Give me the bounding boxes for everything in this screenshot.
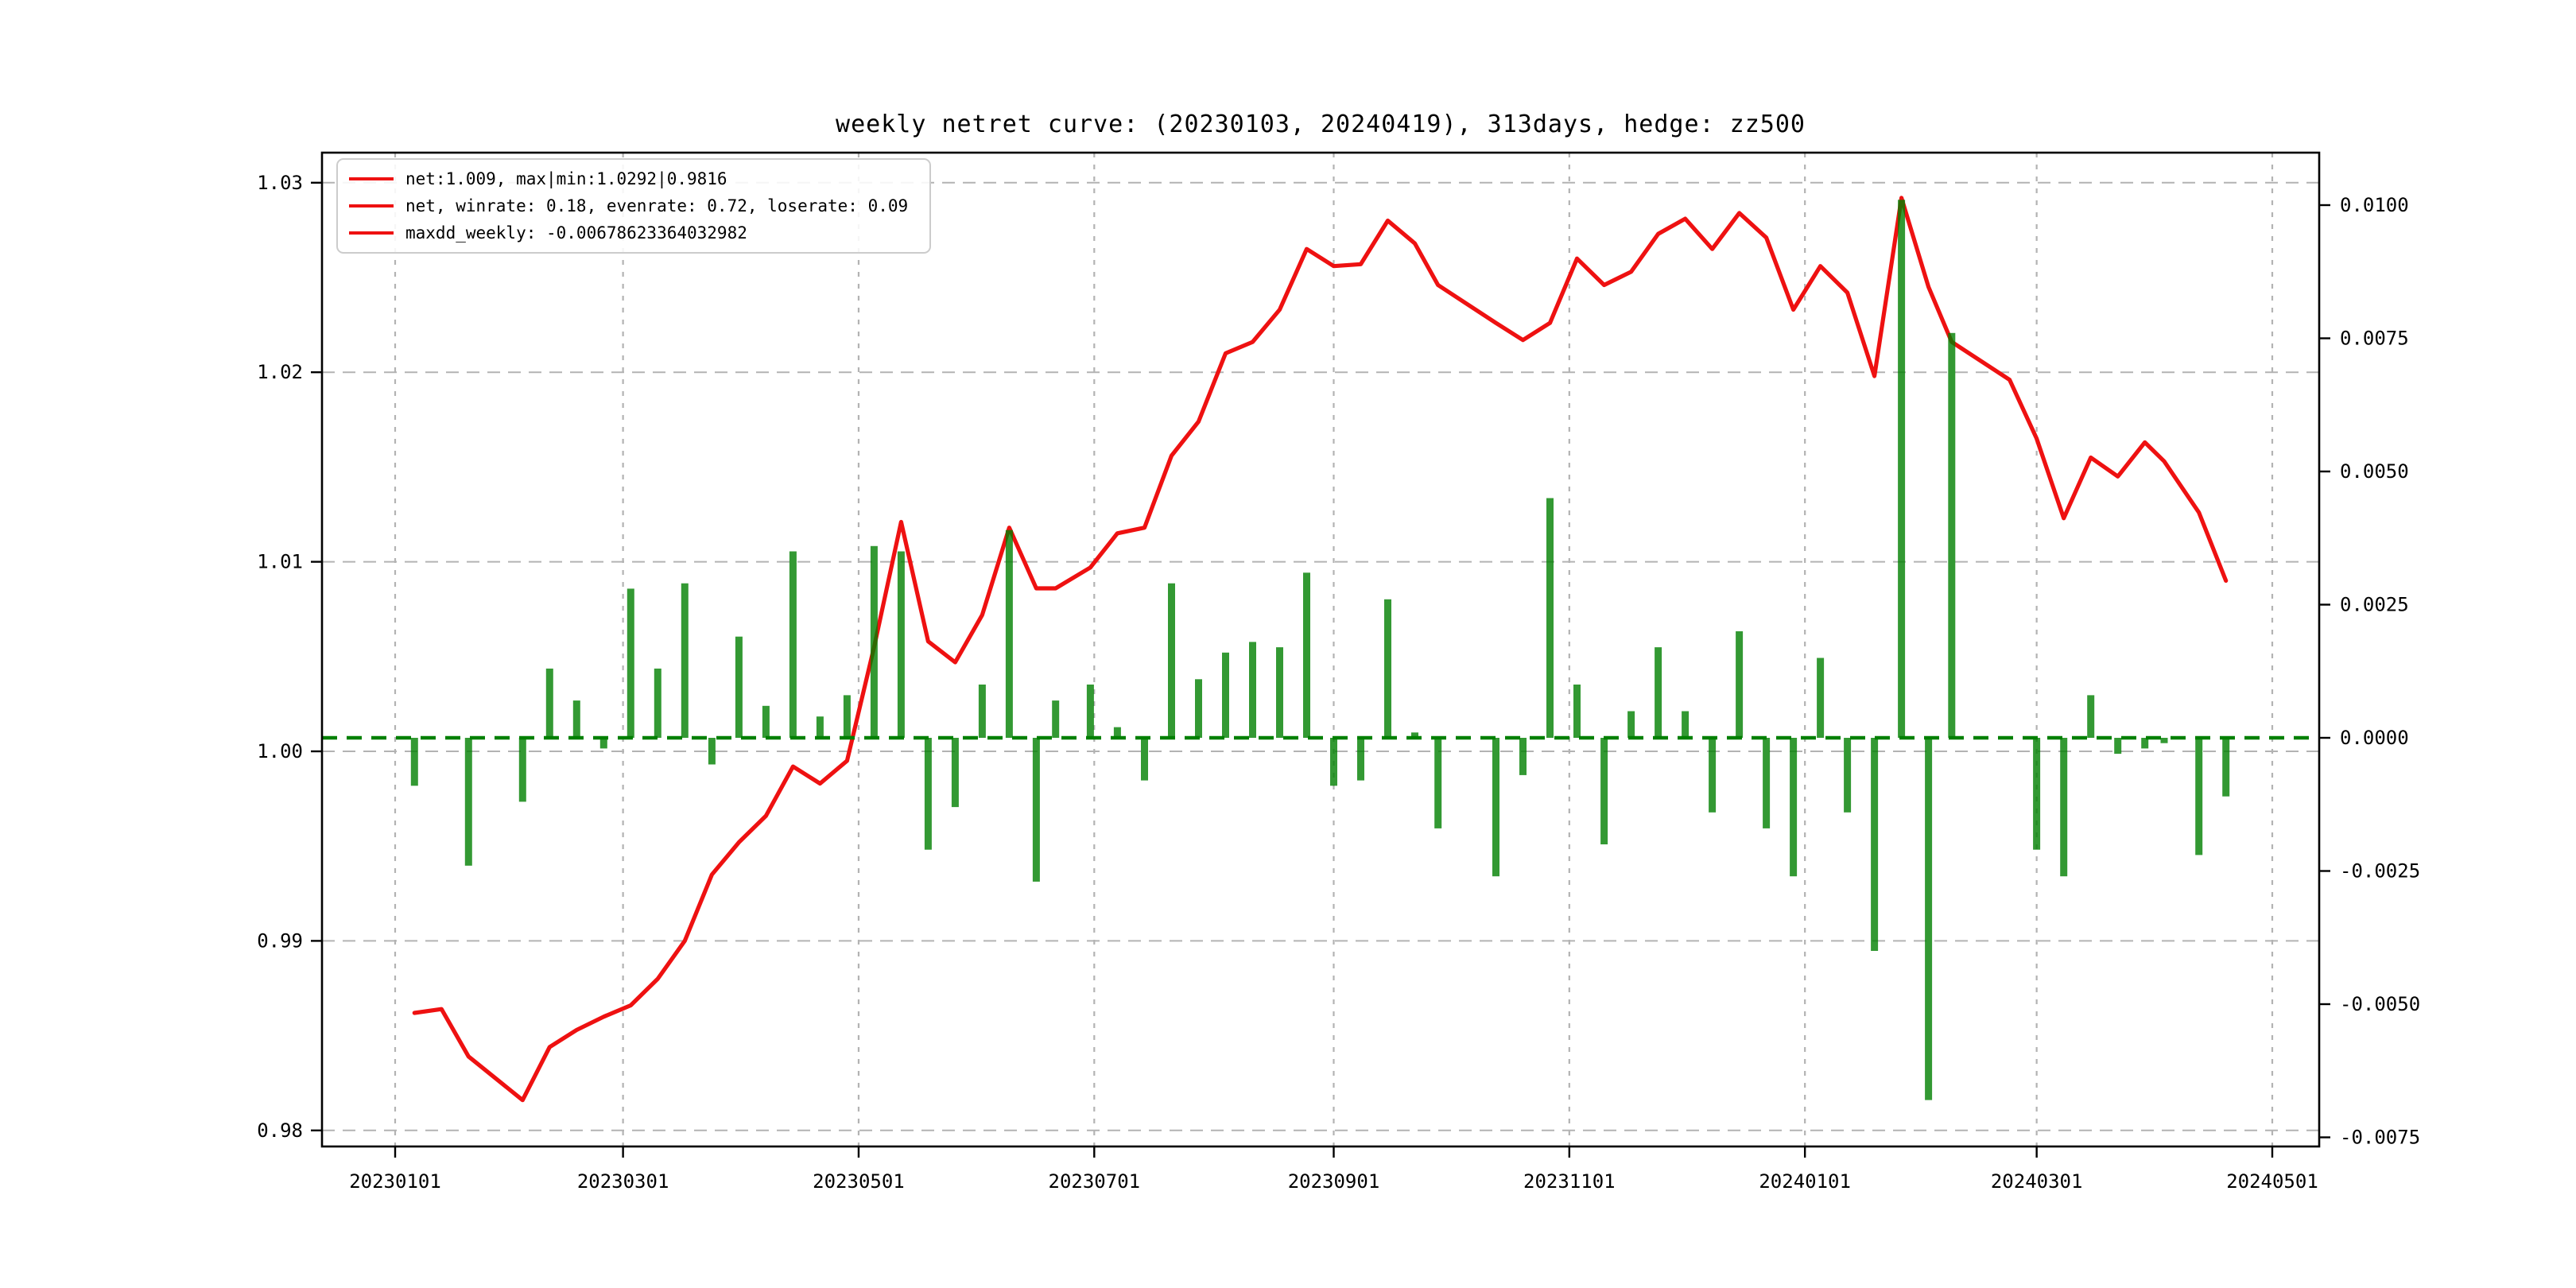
weekly-return-bar — [2195, 738, 2203, 855]
weekly-return-bar — [1600, 738, 1608, 844]
weekly-return-bar — [816, 716, 824, 738]
weekly-return-bar — [1384, 599, 1391, 738]
weekly-return-bar — [1086, 685, 1094, 738]
weekly-return-bar — [1925, 738, 1933, 1100]
weekly-return-bar — [518, 738, 526, 802]
weekly-return-bar — [1898, 200, 1906, 739]
y-right-tick-label: 0.0050 — [2340, 460, 2409, 483]
weekly-return-bar — [1948, 332, 1956, 738]
weekly-return-bar — [2033, 738, 2041, 850]
legend-label: net:1.009, max|min:1.0292|0.9816 — [405, 169, 727, 188]
gridlines — [322, 153, 2319, 1146]
weekly-return-bar — [627, 588, 634, 738]
legend-label: maxdd_weekly: -0.00678623364032982 — [405, 223, 747, 242]
chart-title: weekly netret curve: (20230103, 20240419… — [836, 111, 1806, 138]
red-line-swatch-icon — [349, 231, 394, 235]
plot-border — [320, 151, 2321, 1148]
weekly-return-bar — [1492, 738, 1499, 877]
weekly-return-bars — [410, 200, 2230, 1100]
weekly-return-bar — [1573, 685, 1581, 738]
weekly-return-bar — [1682, 711, 1690, 738]
weekly-return-bar — [1763, 738, 1771, 828]
y-right-tick-label: 0.0025 — [2340, 594, 2409, 616]
weekly-return-bar — [735, 636, 743, 738]
weekly-return-bar — [843, 695, 851, 738]
weekly-return-bar — [1790, 738, 1798, 877]
x-tick-label: 20230301 — [577, 1170, 669, 1193]
y-left-tick-label: 1.02 — [257, 361, 303, 383]
red-line-swatch-icon — [349, 204, 394, 208]
y-right-tick-label: -0.0075 — [2340, 1127, 2420, 1149]
weekly-return-bar — [789, 551, 797, 738]
weekly-return-bar — [1052, 700, 1060, 738]
weekly-return-bar — [2087, 695, 2095, 738]
weekly-return-bar — [1005, 530, 1013, 738]
weekly-return-bar — [654, 668, 661, 738]
weekly-return-bar — [1141, 738, 1148, 781]
weekly-return-bar — [1168, 583, 1175, 738]
weekly-return-bar — [410, 738, 418, 786]
weekly-return-bar — [1195, 679, 1202, 738]
legend-item-maxdd: maxdd_weekly: -0.00678623364032982 — [349, 223, 918, 243]
y-left-tick-label: 1.03 — [257, 172, 303, 194]
weekly-return-bar — [1032, 738, 1040, 882]
weekly-return-bar — [464, 738, 472, 866]
red-line-swatch-icon — [349, 177, 394, 180]
weekly-return-bar — [762, 705, 770, 738]
x-tick-label: 20230101 — [349, 1170, 441, 1193]
y-left-tick-label: 1.01 — [257, 551, 303, 573]
weekly-return-bar — [2114, 738, 2122, 755]
weekly-return-bar — [545, 668, 553, 738]
weekly-return-bar — [1817, 658, 1825, 738]
figure: 1.03 1.02 1.01 1.00 0.99 0.98 0.0100 0.0075 0.00… — [0, 0, 2576, 1288]
x-tick-label: 20240501 — [2226, 1170, 2318, 1193]
weekly-return-bar — [1222, 652, 1229, 738]
y-left-tick-label: 0.98 — [257, 1119, 303, 1142]
y-right-tick-label: -0.0050 — [2340, 993, 2420, 1015]
weekly-return-bar — [2222, 738, 2230, 797]
weekly-return-bar — [1709, 738, 1717, 813]
weekly-return-bar — [1871, 738, 1879, 951]
weekly-return-bar — [2160, 738, 2168, 743]
y-right-tick-label: 0.0100 — [2340, 194, 2409, 216]
weekly-return-bar — [978, 685, 986, 738]
weekly-return-bar — [1303, 572, 1310, 738]
weekly-return-bar — [924, 738, 932, 850]
legend-item-net: net:1.009, max|min:1.0292|0.9816 — [349, 169, 918, 189]
weekly-return-bar — [1276, 647, 1283, 738]
weekly-return-bar — [1330, 738, 1337, 786]
axis-tick-labels: 1.03 1.02 1.01 1.00 0.99 0.98 0.0100 0.0075 0.00… — [257, 172, 2420, 1193]
legend-label: net, winrate: 0.18, evenrate: 0.72, lose… — [405, 196, 909, 215]
weekly-return-bar — [897, 551, 905, 738]
weekly-return-bar — [1844, 738, 1852, 813]
y-left-tick-label: 0.99 — [257, 929, 303, 952]
weekly-return-bar — [1249, 642, 1256, 738]
x-tick-label: 20230501 — [813, 1170, 905, 1193]
x-tick-label: 20240301 — [1991, 1170, 2083, 1193]
weekly-return-bar — [708, 738, 716, 765]
y-left-tick-label: 1.00 — [257, 740, 303, 762]
weekly-return-bar — [1736, 631, 1744, 738]
weekly-return-bar — [1627, 711, 1635, 738]
weekly-return-bar — [1546, 498, 1554, 738]
x-tick-label: 20240101 — [1759, 1170, 1851, 1193]
x-tick-label: 20230901 — [1288, 1170, 1380, 1193]
weekly-return-bar — [1357, 738, 1364, 781]
y-right-tick-label: 0.0000 — [2340, 727, 2409, 749]
weekly-return-bar — [681, 583, 689, 738]
weekly-return-bar — [1519, 738, 1527, 775]
x-tick-label: 20231101 — [1523, 1170, 1616, 1193]
x-tick-label: 20230701 — [1049, 1170, 1141, 1193]
legend-item-winrate: net, winrate: 0.18, evenrate: 0.72, lose… — [349, 196, 918, 216]
weekly-return-bar — [1655, 647, 1662, 738]
legend-box: net:1.009, max|min:1.0292|0.9816 net, wi… — [336, 158, 931, 254]
y-right-tick-label: -0.0025 — [2340, 860, 2420, 883]
weekly-return-bar — [1434, 738, 1442, 828]
weekly-return-bar — [572, 700, 580, 738]
y-right-tick-label: 0.0075 — [2340, 328, 2409, 350]
weekly-return-bar — [951, 738, 959, 808]
weekly-return-bar — [870, 545, 878, 738]
weekly-return-bar — [2060, 738, 2068, 877]
